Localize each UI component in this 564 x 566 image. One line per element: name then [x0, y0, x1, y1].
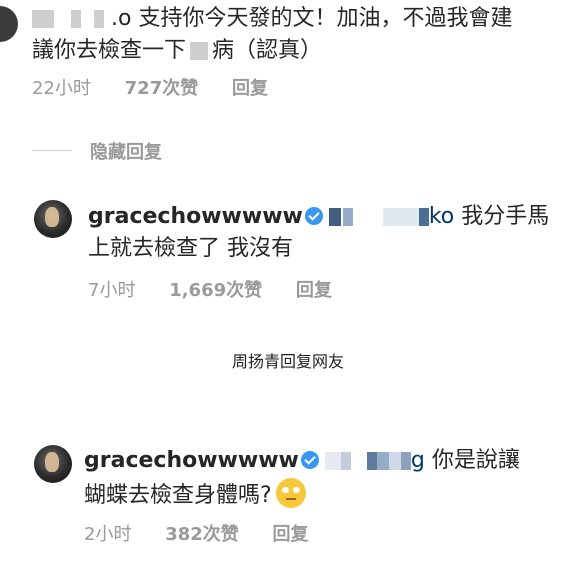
redacted-mention	[400, 452, 411, 470]
verified-badge-icon	[300, 451, 319, 469]
comment-text-line1: gracechowwwww ko 我分手馬	[88, 202, 549, 232]
redacted-mention	[382, 208, 419, 226]
mention-link[interactable]: g	[411, 448, 425, 473]
redacted-word	[190, 42, 209, 60]
comment-text: .o 支持你今天發的文！加油，不過我會建	[111, 6, 513, 31]
comment-time: 7小时	[88, 280, 136, 301]
verified-badge-icon	[304, 207, 323, 225]
redacted-username	[32, 10, 54, 28]
comment-text: 蝴蝶去檢查身體嗎?	[84, 483, 272, 508]
redacted-mention	[376, 452, 389, 470]
comment-text: 上就去檢查了 我沒有	[88, 236, 293, 261]
hide-replies-button[interactable]: 隐藏回复	[90, 138, 162, 164]
redacted-mention	[342, 208, 353, 226]
comment-text-line1: gracechowwwww g 你是說讓	[84, 446, 520, 476]
comment-meta: 2小时 382次赞 回复	[84, 520, 309, 546]
redacted-mention	[324, 452, 341, 470]
comment-text: 我分手馬	[461, 204, 550, 229]
username[interactable]: gracechowwwww	[84, 448, 299, 473]
reply-button[interactable]: 回复	[296, 280, 332, 301]
comment-text: 議你去檢查一下	[32, 38, 187, 63]
divider	[32, 150, 72, 151]
comment-text-line1: .o 支持你今天發的文！加油，不過我會建	[32, 4, 512, 34]
like-count[interactable]: 1,669次赞	[169, 280, 262, 301]
image-caption: 周扬青回复网友	[232, 352, 345, 371]
reply-button[interactable]: 回复	[232, 78, 268, 99]
avatar[interactable]	[34, 200, 72, 238]
comment-meta: 22小时 727次赞 回复	[32, 74, 268, 100]
comment-meta: 7小时 1,669次赞 回复	[88, 276, 332, 302]
redacted-mention	[366, 452, 377, 470]
redacted-username	[94, 10, 104, 28]
redacted-username	[71, 10, 81, 28]
hide-replies-label: 隐藏回复	[90, 142, 162, 163]
comment-time: 2小时	[84, 524, 132, 545]
comment-text: 你是說讓	[431, 448, 520, 473]
like-count[interactable]: 382次赞	[165, 524, 239, 545]
redacted-mention	[388, 452, 401, 470]
redacted-mention	[340, 452, 351, 470]
comment-text-line2: 議你去檢查一下 病（認真）	[32, 36, 322, 66]
redacted-mention	[328, 208, 341, 226]
avatar[interactable]	[34, 445, 72, 483]
comment-text-line2: 蝴蝶去檢查身體嗎?	[84, 478, 306, 511]
rolling-eyes-emoji-icon	[275, 478, 306, 508]
avatar[interactable]	[0, 6, 18, 42]
comment-time: 22小时	[32, 78, 91, 99]
like-count[interactable]: 727次赞	[125, 78, 199, 99]
redacted-mention	[418, 208, 429, 226]
mention-link[interactable]: ko	[429, 204, 454, 229]
reply-button[interactable]: 回复	[273, 524, 309, 545]
comment-text: 病（認真）	[212, 38, 323, 63]
username[interactable]: gracechowwwww	[88, 204, 303, 229]
comment-text-line2: 上就去檢查了 我沒有	[88, 234, 293, 264]
